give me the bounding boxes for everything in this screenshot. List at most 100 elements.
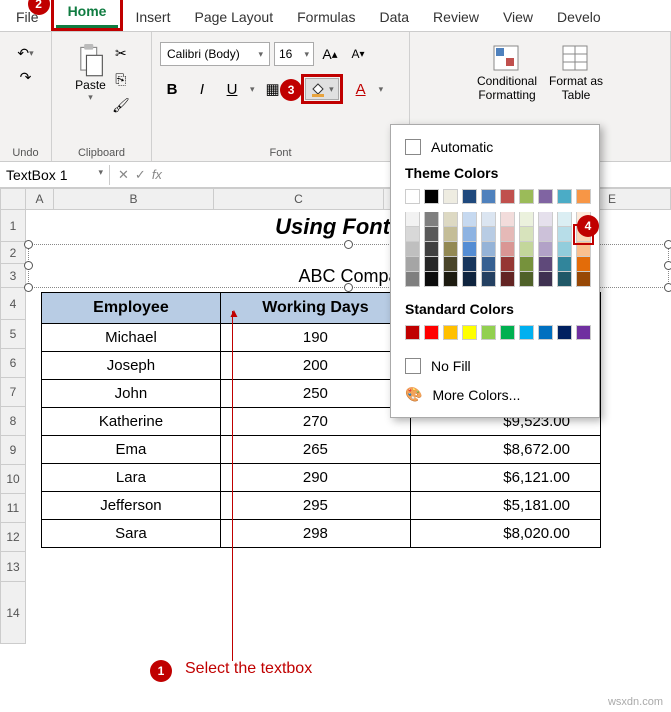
color-swatch[interactable] — [500, 242, 515, 257]
tab-insert[interactable]: Insert — [123, 3, 182, 31]
color-swatch[interactable] — [557, 212, 572, 227]
row-header[interactable]: 7 — [0, 378, 26, 407]
color-swatch[interactable] — [538, 242, 553, 257]
color-swatch[interactable] — [405, 272, 420, 287]
color-swatch[interactable] — [443, 257, 458, 272]
color-swatch[interactable] — [481, 212, 496, 227]
cell[interactable]: $8,020.00 — [410, 520, 600, 548]
color-swatch[interactable] — [424, 242, 439, 257]
decrease-font-icon[interactable]: A▾ — [346, 42, 370, 66]
nofill-option[interactable]: No Fill — [391, 352, 599, 380]
cell[interactable]: $5,181.00 — [410, 492, 600, 520]
color-swatch[interactable] — [557, 257, 572, 272]
tab-data[interactable]: Data — [367, 3, 421, 31]
table-row[interactable]: Lara290$6,121.00 — [42, 464, 601, 492]
select-all-corner[interactable] — [0, 188, 26, 210]
format-table-button[interactable]: Format asTable — [547, 42, 605, 104]
color-swatch[interactable] — [500, 212, 515, 227]
row-header[interactable]: 14 — [0, 582, 26, 644]
color-swatch[interactable] — [557, 272, 572, 287]
row-header[interactable]: 8 — [0, 407, 26, 436]
row-header[interactable]: 9 — [0, 436, 26, 465]
color-swatch[interactable] — [424, 257, 439, 272]
color-swatch[interactable] — [519, 257, 534, 272]
row-header[interactable]: 3 — [0, 264, 26, 288]
table-row[interactable]: Sara298$8,020.00 — [42, 520, 601, 548]
color-swatch[interactable] — [538, 227, 553, 242]
table-row[interactable]: Ema265$8,672.00 — [42, 436, 601, 464]
color-swatch[interactable] — [443, 227, 458, 242]
color-swatch[interactable] — [576, 257, 591, 272]
cell[interactable]: $8,672.00 — [410, 436, 600, 464]
row-header[interactable]: 4 — [0, 288, 26, 320]
cancel-icon[interactable]: ✕ — [118, 167, 129, 183]
cell[interactable]: John — [42, 380, 221, 408]
row-header[interactable]: 6 — [0, 349, 26, 378]
cell[interactable]: 270 — [220, 408, 410, 436]
tab-pagelayout[interactable]: Page Layout — [182, 3, 285, 31]
color-swatch[interactable] — [443, 242, 458, 257]
bold-button[interactable]: B — [160, 77, 184, 101]
cell[interactable]: Sara — [42, 520, 221, 548]
header-employee[interactable]: Employee — [42, 293, 221, 324]
color-swatch[interactable] — [405, 212, 420, 227]
color-swatch[interactable] — [462, 325, 477, 340]
color-swatch[interactable] — [500, 227, 515, 242]
cell[interactable]: $6,121.00 — [410, 464, 600, 492]
cell[interactable]: Joseph — [42, 352, 221, 380]
row-header[interactable]: 11 — [0, 494, 26, 523]
cell[interactable]: 298 — [220, 520, 410, 548]
row-header[interactable]: 12 — [0, 523, 26, 552]
color-swatch[interactable] — [500, 272, 515, 287]
color-swatch[interactable] — [576, 272, 591, 287]
name-box[interactable]: TextBox 1 ▾ — [0, 165, 110, 185]
accept-icon[interactable]: ✓ — [135, 167, 146, 183]
color-swatch[interactable] — [538, 272, 553, 287]
undo-icon[interactable]: ↶▾ — [17, 44, 35, 62]
color-swatch[interactable] — [538, 257, 553, 272]
color-swatch[interactable] — [519, 212, 534, 227]
color-swatch[interactable] — [519, 242, 534, 257]
copy-icon[interactable]: ⎘ — [112, 70, 130, 88]
underline-button[interactable]: U — [220, 77, 244, 101]
color-swatch[interactable] — [519, 227, 534, 242]
cut-icon[interactable]: ✂ — [112, 44, 130, 62]
col-header[interactable]: B — [54, 188, 214, 210]
row-header[interactable]: 1 — [0, 210, 26, 242]
italic-button[interactable]: I — [190, 77, 214, 101]
color-swatch[interactable] — [424, 189, 439, 204]
row-header[interactable]: 5 — [0, 320, 26, 349]
color-swatch[interactable] — [424, 272, 439, 287]
row-header[interactable]: 13 — [0, 552, 26, 582]
tab-developer[interactable]: Develo — [545, 3, 613, 31]
color-swatch[interactable] — [576, 325, 591, 340]
color-swatch[interactable] — [462, 257, 477, 272]
fill-color-button[interactable]: ▾ — [305, 78, 339, 100]
color-swatch[interactable] — [462, 227, 477, 242]
color-swatch[interactable] — [462, 272, 477, 287]
color-swatch[interactable] — [405, 227, 420, 242]
color-swatch[interactable] — [424, 212, 439, 227]
color-swatch[interactable] — [557, 227, 572, 242]
color-swatch[interactable] — [481, 242, 496, 257]
color-swatch[interactable] — [481, 272, 496, 287]
color-swatch[interactable] — [500, 189, 515, 204]
color-swatch[interactable] — [424, 325, 439, 340]
cell[interactable]: Michael — [42, 324, 221, 352]
morecolors-option[interactable]: 🎨 More Colors... — [391, 380, 599, 409]
conditional-formatting-button[interactable]: ConditionalFormatting — [475, 42, 539, 104]
color-swatch[interactable] — [557, 325, 572, 340]
color-swatch[interactable] — [462, 212, 477, 227]
color-swatch[interactable] — [500, 325, 515, 340]
color-swatch[interactable] — [443, 325, 458, 340]
cell[interactable]: 190 — [220, 324, 410, 352]
color-swatch[interactable] — [481, 257, 496, 272]
color-swatch[interactable] — [424, 227, 439, 242]
paste-button[interactable]: Paste ▾ — [73, 42, 108, 114]
col-header[interactable]: A — [26, 188, 54, 210]
cell[interactable]: Katherine — [42, 408, 221, 436]
color-swatch[interactable] — [462, 189, 477, 204]
cell[interactable]: 295 — [220, 492, 410, 520]
cell[interactable]: 250 — [220, 380, 410, 408]
automatic-option[interactable]: Automatic — [391, 133, 599, 161]
